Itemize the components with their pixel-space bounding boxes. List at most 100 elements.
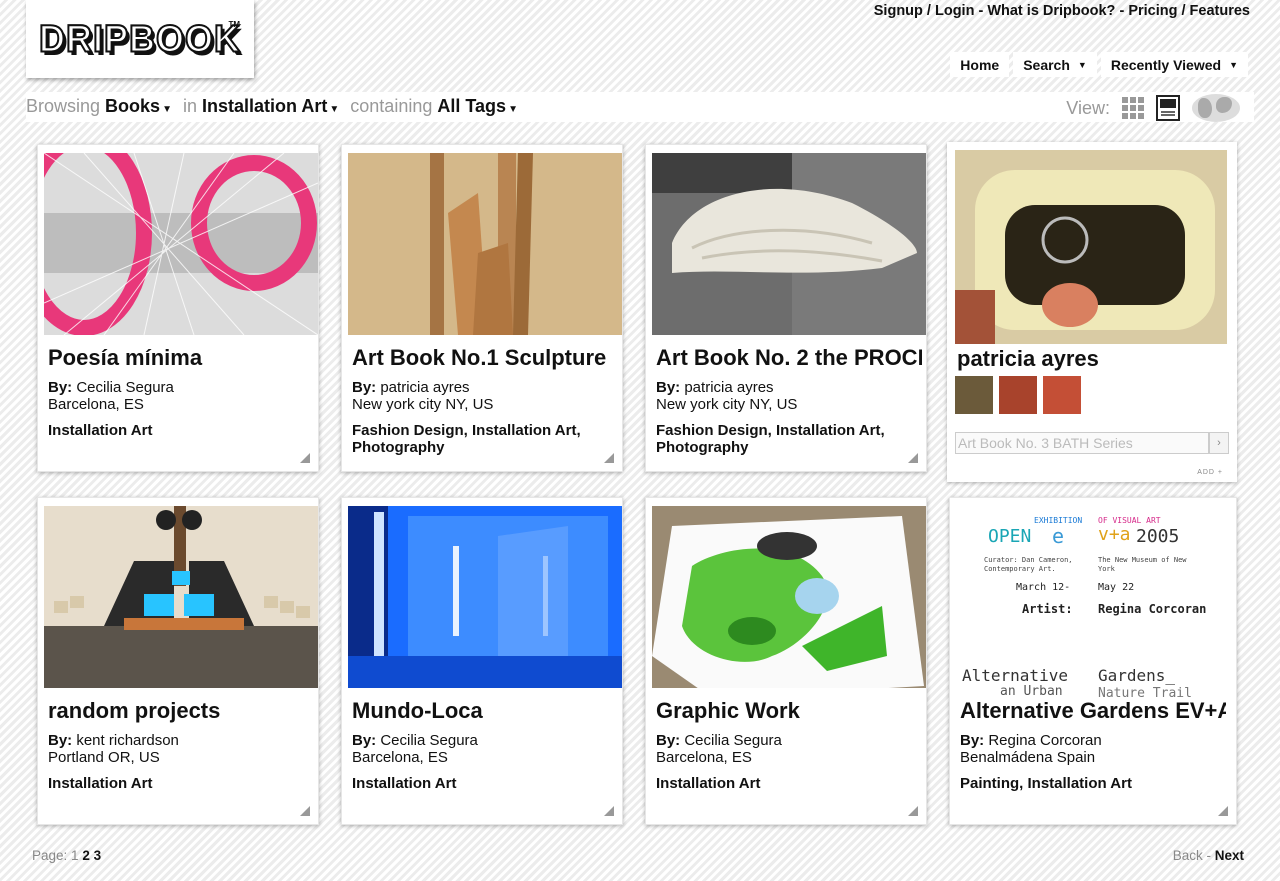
main-nav: Home Search ▼ Recently Viewed ▼ <box>950 52 1248 77</box>
poster-text: Nature Trail <box>1098 686 1192 698</box>
book-thumbnail[interactable] <box>652 506 926 688</box>
signup-login-link[interactable]: Signup / Login <box>874 3 975 19</box>
book-author: By: patricia ayres <box>656 379 774 396</box>
poster-text: The New Museum of New York <box>1098 556 1187 573</box>
book-tags[interactable]: Installation Art <box>48 422 312 439</box>
poster-text: Artist: <box>1022 602 1073 616</box>
logo-text: DRIPBOOK <box>38 16 241 61</box>
book-card[interactable]: random projects By: kent richardson Port… <box>37 497 319 825</box>
book-title[interactable]: Graphic Work <box>656 698 922 724</box>
book-card[interactable]: Art Book No. 2 the PROCESS By: patricia … <box>645 144 927 472</box>
book-tags[interactable]: Fashion Design, Installation Art, Photog… <box>656 422 920 456</box>
view-switcher: View: <box>1066 94 1240 122</box>
book-author: By: Cecilia Segura <box>352 732 478 749</box>
book-card[interactable]: Graphic Work By: Cecilia Segura Barcelon… <box>645 497 927 825</box>
book-select[interactable]: Art Book No. 3 BATH Series <box>955 432 1209 454</box>
dripbook-logo[interactable]: DRIPBOOK TM <box>26 0 254 78</box>
detail-view-icon[interactable] <box>1156 95 1180 121</box>
book-author: By: Cecilia Segura <box>48 379 174 396</box>
book-tags[interactable]: Painting, Installation Art <box>960 775 1224 792</box>
what-is-dripbook-link[interactable]: What is Dripbook? <box>987 3 1115 19</box>
author-name[interactable]: Cecilia Segura <box>380 732 478 749</box>
book-thumbnail[interactable] <box>348 153 622 335</box>
chevron-down-icon: ▼ <box>162 104 172 115</box>
poster-text: Gardens_ <box>1098 666 1176 685</box>
book-card[interactable]: Poesía mínima By: Cecilia Segura Barcelo… <box>37 144 319 472</box>
book-card[interactable]: Mundo-Loca By: Cecilia Segura Barcelona,… <box>341 497 623 825</box>
by-label: By: <box>656 379 681 396</box>
chevron-down-icon: ▼ <box>329 104 340 115</box>
book-title[interactable]: random projects <box>48 698 314 724</box>
page-navigation: Back - Next <box>1173 848 1244 863</box>
by-label: By: <box>960 732 985 749</box>
back-link[interactable]: Back <box>1173 848 1203 863</box>
book-title[interactable]: Mundo-Loca <box>352 698 618 724</box>
mini-thumbnail[interactable] <box>955 376 993 414</box>
author-name[interactable]: kent richardson <box>76 732 179 749</box>
resize-corner-icon <box>604 453 614 463</box>
by-label: By: <box>352 379 377 396</box>
book-author: By: Regina Corcoran <box>960 732 1102 749</box>
sep: - <box>1115 3 1129 19</box>
page-3-link[interactable]: 3 <box>94 848 102 863</box>
author-name[interactable]: patricia ayres <box>380 379 469 396</box>
featured-artist-name[interactable]: patricia ayres <box>957 346 1099 372</box>
book-title[interactable]: Alternative Gardens EV+A <box>960 698 1226 724</box>
book-title[interactable]: Art Book No. 2 the PROCESS <box>656 345 922 371</box>
sep: - <box>1202 848 1215 863</box>
page-2-link[interactable]: 2 <box>82 848 90 863</box>
book-title[interactable]: Art Book No.1 Sculpture <box>352 345 618 371</box>
poster-text: Curator: Dan Cameron, Contemporary Art. <box>984 556 1073 573</box>
book-location: Portland OR, US <box>48 749 160 766</box>
nav-search[interactable]: Search ▼ <box>1013 52 1097 77</box>
book-thumbnail[interactable] <box>44 506 318 688</box>
poster-image: EXHIBITION OF VISUAL ART OPEN e v+a 2005… <box>956 506 1232 698</box>
resize-corner-icon <box>300 453 310 463</box>
book-thumbnail[interactable] <box>348 506 622 688</box>
book-card[interactable]: Art Book No.1 Sculpture By: patricia ayr… <box>341 144 623 472</box>
top-links: Signup / Login - What is Dripbook? - Pri… <box>874 3 1250 19</box>
book-tags[interactable]: Installation Art <box>352 775 616 792</box>
mini-thumbnail[interactable] <box>999 376 1037 414</box>
nav-home-label: Home <box>960 56 1000 73</box>
category-label: Books <box>105 96 161 116</box>
author-name[interactable]: patricia ayres <box>684 379 773 396</box>
topic-label: Installation Art <box>202 96 328 116</box>
by-label: By: <box>48 732 73 749</box>
book-thumbnail[interactable] <box>44 153 318 335</box>
resize-corner-icon <box>300 806 310 816</box>
book-title[interactable]: Poesía mínima <box>48 345 314 371</box>
book-tags[interactable]: Fashion Design, Installation Art, Photog… <box>352 422 616 456</box>
nav-recent-label: Recently Viewed <box>1110 56 1222 73</box>
book-tags[interactable]: Installation Art <box>656 775 920 792</box>
mini-thumbnail[interactable] <box>1043 376 1081 414</box>
featured-thumbnail[interactable] <box>955 150 1227 344</box>
book-location: New york city NY, US <box>656 396 798 413</box>
book-author: By: patricia ayres <box>352 379 470 396</box>
next-link[interactable]: Next <box>1215 848 1244 863</box>
select-next-button[interactable]: › <box>1209 432 1229 454</box>
add-button[interactable]: ADD + <box>1197 469 1223 476</box>
in-label: in <box>182 96 197 116</box>
book-thumbnail[interactable]: EXHIBITION OF VISUAL ART OPEN e v+a 2005… <box>956 506 1232 698</box>
poster-text: e <box>1052 524 1065 548</box>
globe-view-icon[interactable] <box>1192 94 1240 122</box>
browse-filters: Browsing Books ▼ in Installation Art ▼ con… <box>26 96 524 117</box>
nav-home[interactable]: Home <box>950 52 1010 77</box>
nav-recently-viewed[interactable]: Recently Viewed ▼ <box>1100 52 1248 77</box>
pagination: Page: 1 2 3 <box>32 848 101 863</box>
author-name[interactable]: Regina Corcoran <box>988 732 1101 749</box>
category-dropdown[interactable]: Books ▼ <box>105 96 178 116</box>
topic-dropdown[interactable]: Installation Art ▼ <box>202 96 345 116</box>
book-tags[interactable]: Installation Art <box>48 775 312 792</box>
grid-view-icon[interactable] <box>1122 97 1144 119</box>
author-name[interactable]: Cecilia Segura <box>684 732 782 749</box>
by-label: By: <box>48 379 73 396</box>
book-card[interactable]: EXHIBITION OF VISUAL ART OPEN e v+a 2005… <box>949 497 1237 825</box>
book-thumbnail[interactable] <box>652 153 926 335</box>
tags-dropdown[interactable]: All Tags ▼ <box>437 96 524 116</box>
book-location: Barcelona, ES <box>352 749 448 766</box>
browsing-label: Browsing <box>26 96 101 116</box>
pricing-features-link[interactable]: Pricing / Features <box>1128 3 1250 19</box>
author-name[interactable]: Cecilia Segura <box>76 379 174 396</box>
